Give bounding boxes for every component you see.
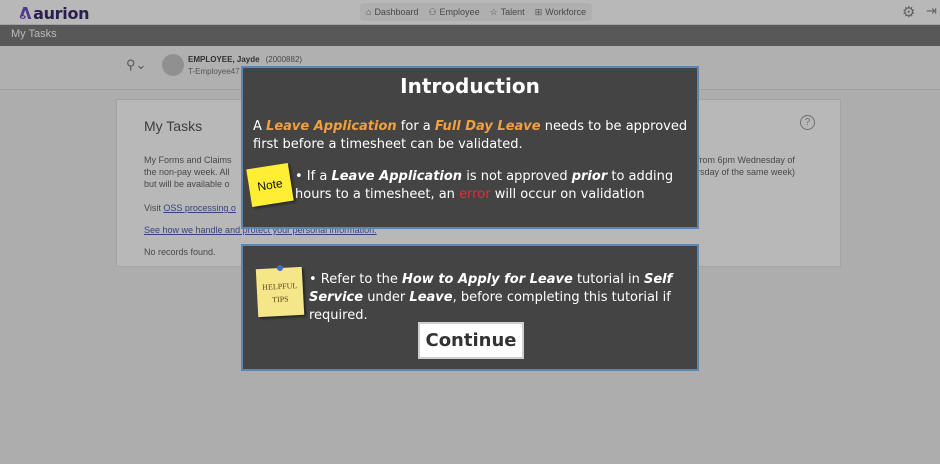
- note-leave-application: Leave Application: [331, 169, 463, 184]
- introduction-modal: Introduction A Leave Application for a F…: [241, 66, 699, 229]
- tips-e: under: [367, 290, 406, 305]
- tips-leave: Leave: [409, 290, 453, 305]
- continue-button[interactable]: Continue: [418, 322, 524, 359]
- helpful-tips-sticky-icon: HELPFUL TIPS: [255, 266, 305, 318]
- intro-text: A Leave Application for a Full Day Leave…: [253, 118, 693, 154]
- intro-a: A: [253, 119, 262, 134]
- tips-c: tutorial in: [576, 272, 640, 287]
- note-g: will occur on validation: [494, 187, 645, 202]
- intro-c: for a: [400, 119, 431, 134]
- note-label: Note: [256, 176, 284, 194]
- tips-how-to-apply: How to Apply for Leave: [401, 272, 573, 287]
- intro-full-day-leave: Full Day Leave: [434, 119, 541, 134]
- intro-leave-application: Leave Application: [266, 119, 397, 134]
- modal-title: Introduction: [400, 74, 540, 98]
- tips-a: • Refer to the: [309, 272, 398, 287]
- note-sticky-icon: Note: [246, 162, 294, 208]
- note-text: • If a Leave Application is not approved…: [295, 168, 695, 204]
- note-a: • If a: [295, 169, 328, 184]
- tips-label-2: TIPS: [271, 294, 289, 305]
- tips-g: , before completing this tutorial if req…: [309, 290, 671, 323]
- tips-text: • Refer to the How to Apply for Leave tu…: [309, 271, 693, 325]
- pushpin-icon: [277, 265, 283, 271]
- note-error: error: [459, 187, 491, 202]
- tips-label-1: HELPFUL: [261, 281, 298, 292]
- note-c: is not approved: [466, 169, 568, 184]
- helpful-tips-modal: HELPFUL TIPS • Refer to the How to Apply…: [241, 244, 699, 371]
- note-prior: prior: [571, 169, 608, 184]
